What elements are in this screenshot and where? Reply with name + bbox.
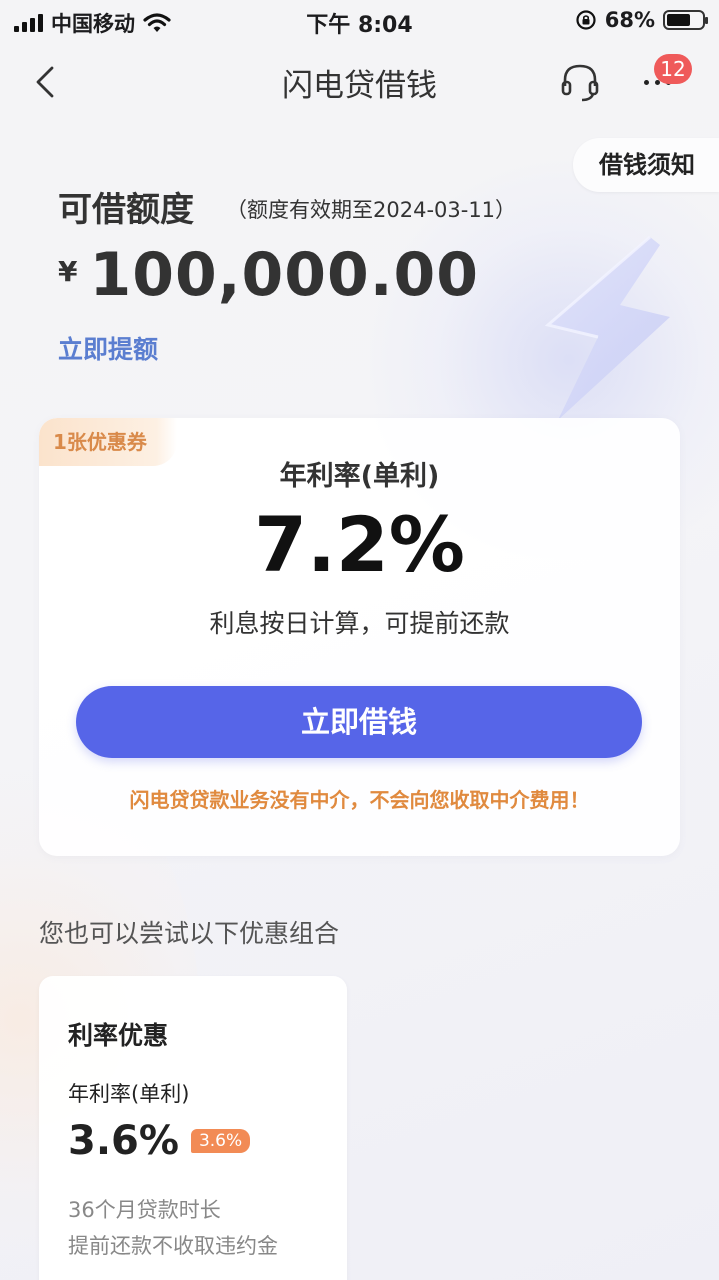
more-button[interactable]: 12 (640, 54, 692, 104)
offer-rate-label: 年利率(单利) (68, 1082, 190, 1106)
no-agent-disclaimer: 闪电贷贷款业务没有中介，不会向您收取中介费用！ (129, 788, 590, 812)
rate-value: 7.2% (254, 500, 465, 589)
status-bar: 中国移动 下午 8:04 68% (0, 0, 719, 40)
offer-term: 36个月贷款时长 (68, 1198, 221, 1222)
rate-label: 年利率(单利) (279, 461, 440, 492)
rate-discount-card[interactable]: 利率优惠 年利率(单利) 3.6% 3.6% 36个月贷款时长 提前还款不收取违… (39, 976, 347, 1280)
lock-rotation-icon (576, 10, 596, 30)
currency-symbol: ¥ (58, 255, 78, 288)
offer-rate-tag: 3.6% (190, 1129, 251, 1153)
battery-icon (663, 10, 708, 30)
lightning-bolt-icon (544, 235, 670, 420)
offer-title: 利率优惠 (68, 1021, 169, 1050)
offer-rate-row: 3.6% 3.6% (68, 1118, 251, 1164)
quota-amount: ¥ 100,000.00 (58, 240, 479, 310)
loan-notice-button[interactable]: 借钱须知 (573, 138, 719, 192)
offer-no-penalty: 提前还款不收取违约金 (68, 1234, 278, 1258)
borrow-now-button[interactable]: 立即借钱 (76, 686, 642, 758)
amount-value: 100,000.00 (89, 240, 480, 310)
loan-page: 中国移动 下午 8:04 68% 闪电贷借钱 12 借钱须知 可借额度 （额度有… (0, 0, 719, 1280)
quota-validity-note: （额度有效期至2024-03-11） (226, 198, 517, 222)
quota-title: 可借额度 (58, 190, 194, 230)
page-title: 闪电贷借钱 (282, 68, 437, 104)
battery-percent: 68% (604, 8, 655, 32)
section-title: 您也可以尝试以下优惠组合 (39, 919, 340, 948)
nav-bar: 闪电贷借钱 12 (0, 50, 719, 112)
raise-limit-link[interactable]: 立即提额 (58, 330, 158, 366)
headset-icon (561, 64, 599, 102)
status-right: 68% (575, 8, 708, 32)
customer-service-button[interactable] (558, 60, 602, 104)
loan-offer-card: 1张优惠券 年利率(单利) 7.2% 利息按日计算，可提前还款 立即借钱 闪电贷… (39, 418, 680, 856)
notification-badge: 12 (654, 54, 692, 84)
offer-rate-value: 3.6% (68, 1118, 179, 1164)
rate-description: 利息按日计算，可提前还款 (209, 609, 510, 638)
battery-level (667, 14, 691, 26)
